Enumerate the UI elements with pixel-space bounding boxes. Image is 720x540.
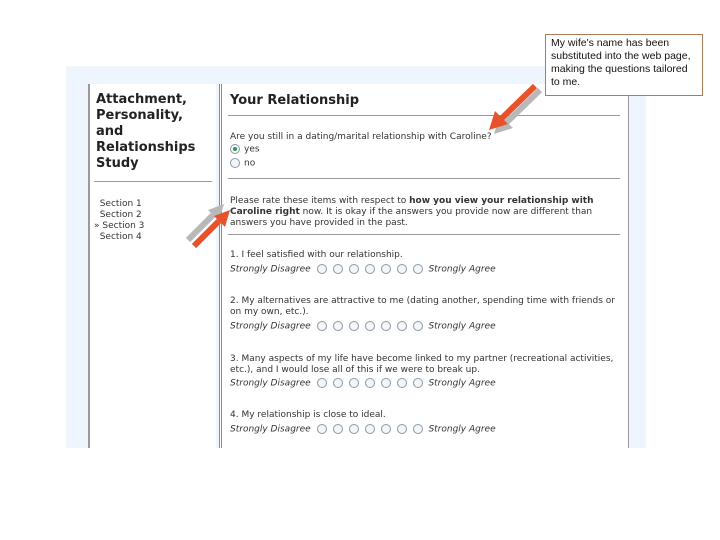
arrow-to-question — [489, 83, 538, 130]
arrow-to-question-shadow — [494, 87, 543, 134]
annotation-arrows — [185, 83, 543, 249]
